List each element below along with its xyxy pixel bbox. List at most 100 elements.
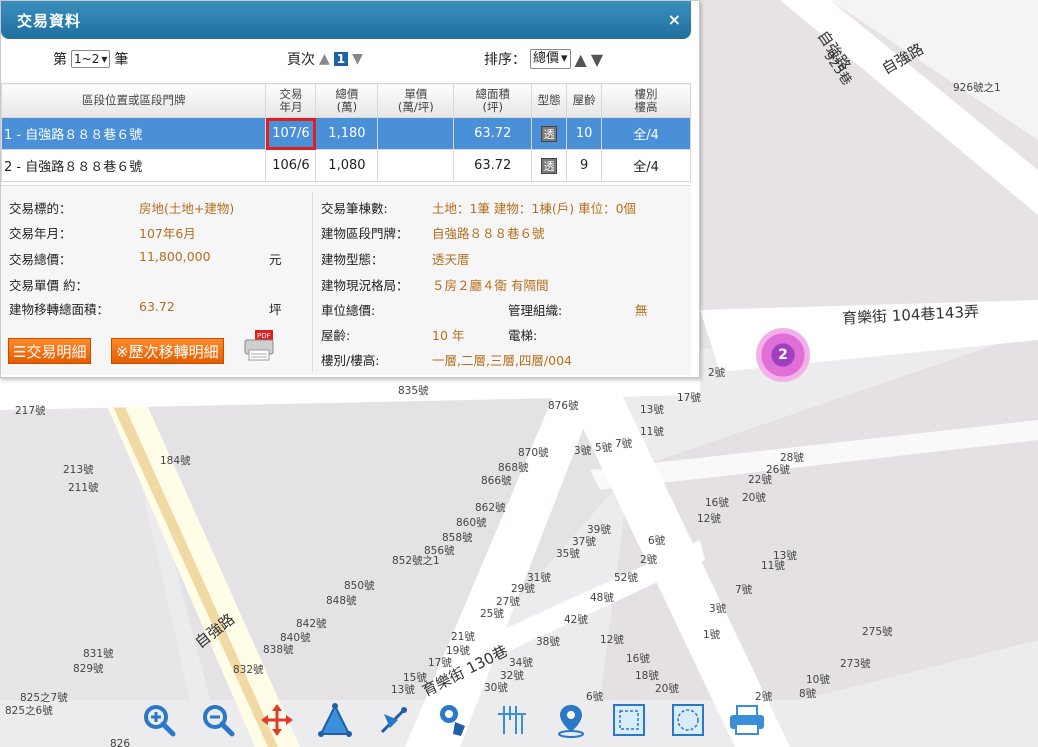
house-number-label: 860號: [456, 517, 487, 529]
house-number-label: 5號: [595, 442, 613, 454]
area-value: 63.72: [139, 299, 175, 314]
cell-age: 10: [566, 117, 603, 150]
cell-unit: [377, 117, 455, 150]
elevator-label: 電梯:: [508, 328, 538, 343]
table-row[interactable]: 1 - 自強路８８８巷６號 107/6 1,180 63.72 透 10 全/4: [0, 117, 691, 150]
cell-age: 9: [566, 149, 603, 182]
cell-total: 1,180: [315, 117, 379, 150]
page-prev-icon[interactable]: ▲: [319, 51, 330, 67]
cell-unit: [377, 149, 455, 182]
zoom-in-icon[interactable]: [139, 700, 179, 740]
sort-control: 排序： 總價 ▾ ▲ ▼: [484, 49, 603, 69]
house-number-label: 3號: [709, 603, 727, 615]
area-label: 建物移轉總面積：: [9, 302, 110, 317]
circle-select-icon[interactable]: [668, 700, 708, 740]
map-pin-icon[interactable]: [551, 700, 591, 740]
house-number-label: 42號: [564, 614, 588, 626]
header-total[interactable]: 總價 (萬): [315, 83, 379, 118]
house-number-label: 275號: [862, 626, 893, 638]
cell-area: 63.72: [453, 149, 533, 182]
header-area[interactable]: 總面積 (坪): [453, 83, 533, 118]
house-number-label: 870號: [518, 447, 549, 459]
cell-area: 63.72: [453, 117, 533, 150]
close-icon[interactable]: ×: [668, 10, 681, 29]
records-table: 區段位置或區段門牌 交易 年月 總價 (萬) 單價 (萬/坪) 總面積 (坪) 型態 屋…: [0, 83, 691, 182]
floor-value: 一層,二層,三層,四層/004: [432, 353, 572, 368]
house-number-label: 17號: [428, 657, 452, 669]
page-control: 頁次 ▲ 1 ▼: [287, 49, 363, 69]
price-value: 11,800,000: [139, 249, 211, 264]
range-select[interactable]: 1~2 ▾: [71, 50, 111, 68]
cell-location: 2 - 自強路８８８巷６號: [0, 149, 267, 182]
house-number-label: 7號: [735, 584, 753, 596]
header-date[interactable]: 交易 年月: [265, 83, 317, 118]
house-number-label: 213號: [63, 464, 94, 476]
chevron-down-icon: ▾: [101, 52, 108, 66]
date-value: 107年6月: [139, 226, 196, 241]
page-next-icon[interactable]: ▼: [352, 51, 363, 67]
house-number-label: 25號: [480, 608, 504, 620]
area-unit: 坪: [269, 302, 282, 317]
house-number-label: 826: [110, 738, 131, 747]
cell-floor: 全/4: [601, 149, 691, 182]
table-header-row: 區段位置或區段門牌 交易 年月 總價 (萬) 單價 (萬/坪) 總面積 (坪) 型態 屋…: [0, 83, 691, 118]
zoom-out-icon[interactable]: [198, 700, 238, 740]
transaction-details-button[interactable]: ☰交易明細: [8, 338, 92, 364]
price-label: 交易總價：: [9, 252, 72, 267]
pdf-print-icon[interactable]: PDF: [241, 328, 277, 362]
measure-distance-icon[interactable]: [374, 700, 414, 740]
page-number[interactable]: 1: [333, 52, 349, 66]
header-floor[interactable]: 樓別 樓高: [601, 83, 691, 118]
measure-area-icon[interactable]: [315, 700, 355, 740]
house-number-label: 11號: [761, 560, 785, 572]
rectangle-select-icon[interactable]: [609, 700, 649, 740]
header-location[interactable]: 區段位置或區段門牌: [0, 83, 267, 118]
house-number-label: 184號: [160, 455, 191, 467]
house-number-label: 862號: [475, 502, 506, 514]
house-number-label: 3號: [574, 445, 592, 457]
locate-touch-icon[interactable]: [433, 700, 473, 740]
house-number-label: 30號: [484, 682, 508, 694]
transaction-dialog: 交易資料 × 第 1~2 ▾ 筆 頁次 ▲ 1 ▼ 排序： 總價 ▾ ▲ ▼ 區段位…: [0, 0, 700, 378]
house-number-label: 6號: [648, 535, 666, 547]
price-unit: 元: [269, 252, 282, 267]
building-type-icon: 透: [541, 157, 558, 174]
house-number-label: 35號: [556, 548, 580, 560]
house-number-label: 850號: [344, 580, 375, 592]
cluster-count: 2: [778, 347, 788, 363]
table-row[interactable]: 2 - 自強路８８８巷６號 106/6 1,080 63.72 透 9 全/4: [0, 149, 691, 182]
header-unit[interactable]: 單價 (萬/坪): [377, 83, 455, 118]
management-value: 無: [635, 303, 648, 318]
house-number-label: 825之6號: [5, 705, 53, 717]
target-label: 交易標的：: [9, 201, 72, 216]
cell-total: 1,080: [315, 149, 379, 182]
building-type-icon: 透: [541, 125, 558, 142]
sort-select[interactable]: 總價 ▾: [530, 49, 571, 69]
pan-icon[interactable]: [257, 700, 297, 740]
dialog-header: 交易資料 ×: [1, 1, 691, 39]
details-divider: [312, 192, 313, 372]
parking-label: 車位總價:: [321, 303, 376, 318]
layout-label: 建物現況格局：: [321, 278, 409, 293]
building-type-label: 建物型態：: [321, 252, 384, 267]
house-number-label: 13號: [391, 684, 415, 696]
print-icon[interactable]: [727, 700, 767, 740]
range-prefix: 第: [53, 52, 67, 68]
house-number-label: 20號: [655, 683, 679, 695]
transaction-details: 交易標的： 房地(土地+建物) 交易年月： 107年6月 交易總價： 11,80…: [1, 185, 691, 375]
house-number-label: 848號: [326, 595, 357, 607]
transfer-history-button[interactable]: ※歷次移轉明細: [111, 338, 224, 364]
sort-label: 排序：: [484, 52, 526, 68]
target-value: 房地(土地+建物): [139, 201, 235, 216]
header-type[interactable]: 型態: [531, 83, 568, 118]
header-age[interactable]: 屋齡: [566, 83, 603, 118]
house-number-label: 926號之1: [953, 82, 1001, 94]
sort-value: 總價: [533, 51, 560, 66]
road-grid-icon[interactable]: [492, 700, 532, 740]
sort-desc-icon[interactable]: ▼: [591, 50, 603, 69]
house-number-label: 842號: [296, 618, 327, 630]
layout-value: ５房２廳４衛 有隔間: [432, 278, 549, 293]
sort-asc-icon[interactable]: ▲: [575, 50, 587, 69]
transaction-cluster-marker[interactable]: 2: [756, 328, 810, 382]
house-number-label: 273號: [840, 658, 871, 670]
